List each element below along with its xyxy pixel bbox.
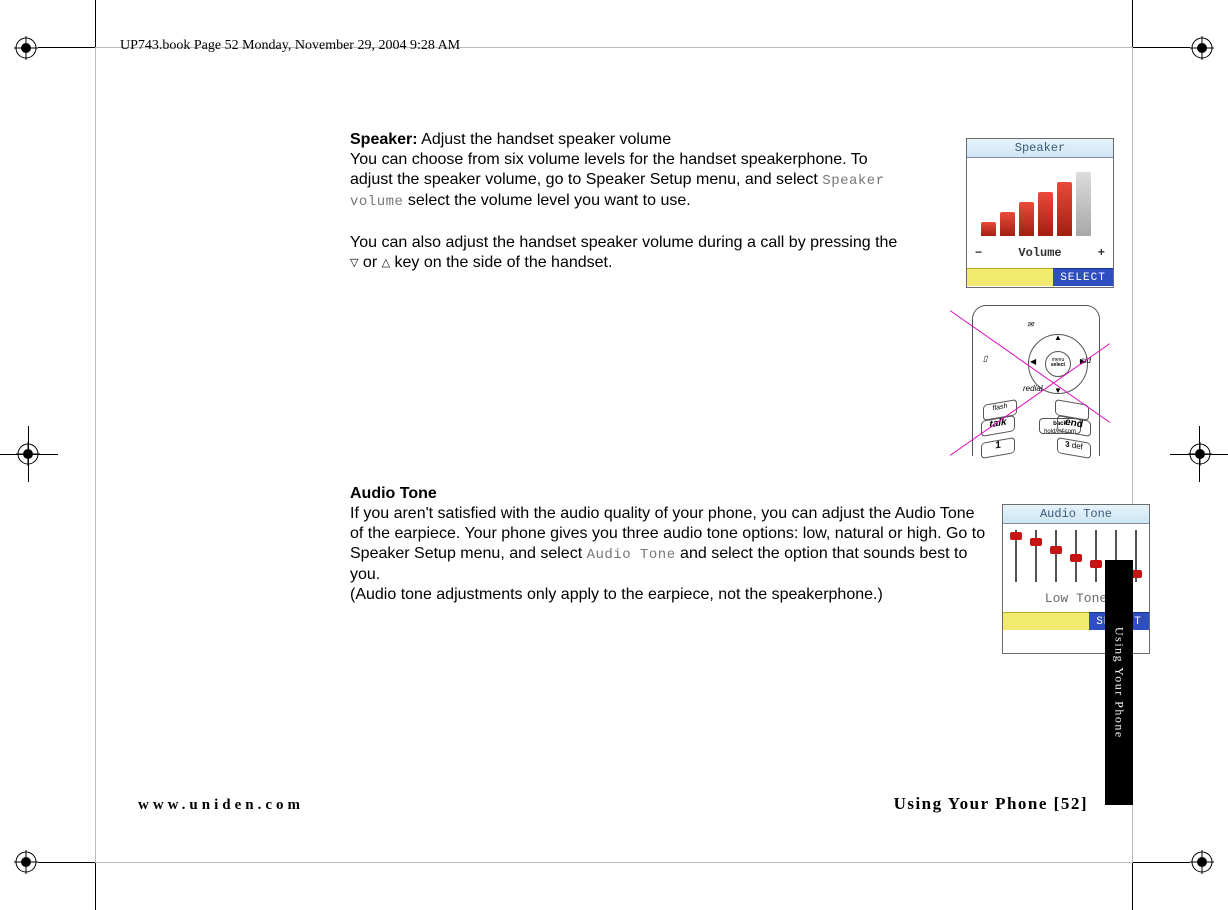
crop-line <box>1132 862 1190 863</box>
key-3: 3 def <box>1057 437 1091 459</box>
volume-bar-inactive <box>1076 172 1091 236</box>
volume-bar <box>981 222 996 236</box>
section-tab: Using Your Phone <box>1105 560 1133 805</box>
crop-line <box>38 862 96 863</box>
crop-line <box>38 47 96 48</box>
speaker-p1b: select the volume level you want to use. <box>403 192 690 209</box>
volume-minus: − <box>975 246 982 260</box>
crop-line <box>1132 47 1190 48</box>
lcd-title: Audio Tone <box>1003 505 1149 524</box>
crop-mark-icon <box>1190 36 1214 60</box>
framemaker-header: UP743.book Page 52 Monday, November 29, … <box>120 38 460 54</box>
volume-plus: + <box>1098 246 1105 260</box>
speaker-p2b: or <box>358 254 381 271</box>
speaker-heading-rest: Adjust the handset speaker volume <box>418 131 672 148</box>
audio-tone-heading: Audio Tone <box>350 485 437 502</box>
speaker-p1a: You can choose from six volume levels fo… <box>350 151 868 188</box>
volume-bar <box>1019 202 1034 236</box>
lcd-right-softkey: SELECT <box>1053 268 1113 286</box>
left-arrow-icon: ◀ <box>1030 357 1036 366</box>
footer-url: www.uniden.com <box>138 797 304 814</box>
speaker-p2a: You can also adjust the handset speaker … <box>350 234 897 251</box>
audio-tone-section: Audio Tone If you aren't satisfied with … <box>350 484 990 605</box>
envelope-icon: ✉ <box>1027 320 1034 329</box>
crop-mark-icon <box>1190 850 1214 874</box>
speaker-heading: Speaker: <box>350 131 418 148</box>
speaker-p2c: key on the side of the handset. <box>390 254 612 271</box>
speaker-section: Speaker: Adjust the handset speaker volu… <box>350 130 980 273</box>
key-1: 1 <box>981 437 1015 459</box>
volume-bar <box>1038 192 1053 236</box>
lcd-title: Speaker <box>967 139 1113 158</box>
up-triangle-icon: △ <box>382 258 390 269</box>
crop-mark-icon <box>16 442 40 471</box>
lcd-left-softkey <box>1003 612 1089 630</box>
volume-bar <box>1000 212 1015 236</box>
up-arrow-icon: ▲ <box>1054 333 1062 342</box>
crop-mark-icon <box>14 36 38 60</box>
footer-page-label: Using Your Phone [52] <box>894 794 1088 814</box>
lcd-code-audio-tone: Audio Tone <box>587 547 676 563</box>
volume-label: Volume <box>1018 246 1061 260</box>
crop-mark-icon <box>1188 442 1212 471</box>
crop-mark-icon <box>14 850 38 874</box>
phonebook-icon: ▯ <box>983 354 987 363</box>
tone-p2: (Audio tone adjustments only apply to th… <box>350 586 883 603</box>
volume-bars <box>981 172 1091 236</box>
speaker-lcd-screenshot: Speaker − Volume + SELECT <box>966 138 1114 288</box>
volume-bar <box>1057 182 1072 236</box>
handset-illustration: menuselect ▲ ▼ ◀ ▶ ▯ cid redial ✉ flash … <box>950 300 1120 470</box>
lcd-left-softkey <box>967 268 1053 286</box>
